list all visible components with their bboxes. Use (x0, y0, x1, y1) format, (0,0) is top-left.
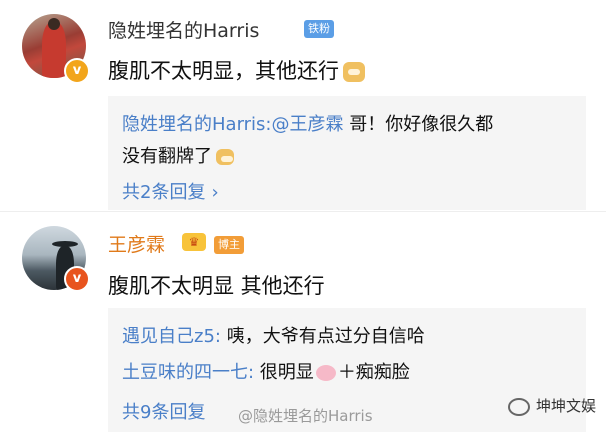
avatar-figure (42, 22, 66, 78)
chevron-right-icon: › (211, 182, 219, 203)
reply-line: 隐姓埋名的Harris:@王彦霖 哥！你好像很久都 (122, 110, 493, 136)
comment-text-content: 腹肌不太明显，其他还行 (108, 59, 339, 83)
view-replies-label: 共9条回复 (122, 402, 206, 423)
verified-badge-icon: v (64, 58, 90, 84)
avatar-head (48, 18, 60, 30)
reply-text: 很明显 (254, 362, 314, 383)
reply-username[interactable]: 隐姓埋名的Harris: (122, 114, 272, 135)
comment-text: 腹肌不太明显 其他还行 (108, 274, 325, 298)
doge-emoji-icon (343, 62, 365, 82)
reply-line-continued: 没有翻牌了 (122, 142, 234, 168)
reply-line: 遇见自己z5: 咦，大爷有点过分自信哈 (122, 322, 425, 348)
source-label: 坤坤文娱 (507, 395, 596, 416)
reply-line: 土豆味的四一七: 很明显 ＋痴痴脸 (122, 358, 410, 384)
reply-username[interactable]: 土豆味的四一七: (122, 362, 254, 383)
fan-tag: 铁粉 (304, 20, 334, 38)
reply-text: 哥！你好像很久都 (343, 114, 494, 135)
reply-box: 隐姓埋名的Harris:@王彦霖 哥！你好像很久都 没有翻牌了 共2条回复 › (108, 96, 586, 210)
mention-link[interactable]: @王彦霖 (272, 114, 344, 135)
comment-item: v 隐姓埋名的Harris 铁粉 腹肌不太明显，其他还行 隐姓埋名的Harris… (0, 0, 606, 212)
crown-icon: ♛ (182, 233, 206, 251)
reply-text-continued: 没有翻牌了 (122, 146, 212, 167)
pig-emoji-icon (315, 365, 336, 381)
reply-username[interactable]: 遇见自己z5: (122, 326, 221, 347)
wechat-icon (507, 397, 530, 416)
view-replies-link[interactable]: 共2条回复 › (122, 178, 219, 204)
comment-username[interactable]: 隐姓埋名的Harris (108, 16, 259, 43)
author-tag: 博主 (214, 236, 244, 254)
view-replies-link[interactable]: 共9条回复 (122, 398, 205, 424)
doge-emoji-icon (216, 149, 234, 165)
reply-text: 咦，大爷有点过分自信哈 (220, 326, 425, 347)
view-replies-label: 共2条回复 (122, 182, 206, 203)
weibo-watermark: @隐姓埋名的Harris (238, 407, 373, 425)
comment-text: 腹肌不太明显，其他还行 (108, 55, 365, 85)
source-label-text: 坤坤文娱 (535, 397, 596, 415)
reply-text-suffix: ＋痴痴脸 (337, 362, 410, 383)
comment-username[interactable]: 王彦霖 (108, 230, 165, 257)
verified-badge-icon: v (64, 266, 90, 292)
